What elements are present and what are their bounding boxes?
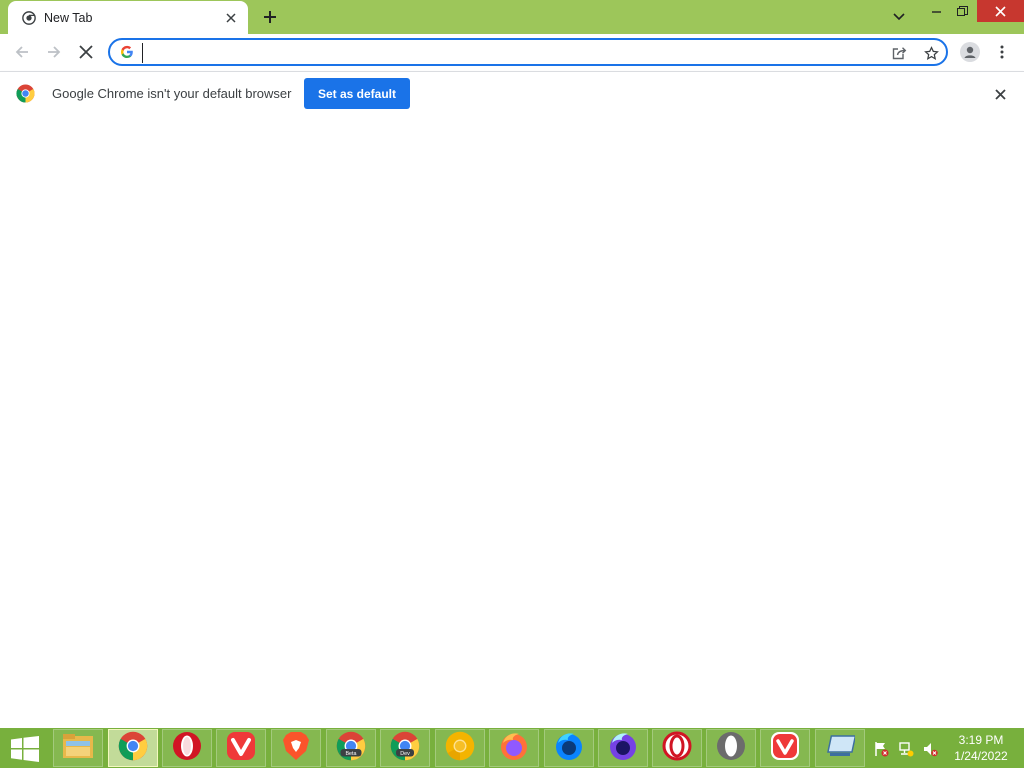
chrome-logo-icon bbox=[16, 84, 35, 103]
back-arrow-icon[interactable] bbox=[7, 37, 37, 67]
windows-start-icon[interactable] bbox=[6, 734, 44, 764]
stop-loading-icon[interactable] bbox=[71, 37, 101, 67]
beta-badge: Beta bbox=[345, 751, 356, 757]
restore-icon[interactable] bbox=[949, 0, 975, 22]
profile-avatar-icon[interactable] bbox=[955, 37, 985, 67]
remote-desktop-icon bbox=[825, 733, 857, 764]
folder-icon bbox=[62, 732, 94, 765]
taskbar-opera[interactable] bbox=[162, 729, 212, 767]
default-browser-infobar: Google Chrome isn't your default browser… bbox=[0, 71, 1024, 116]
title-bar: New Tab bbox=[0, 0, 1024, 34]
taskbar-firefox-dev[interactable] bbox=[544, 729, 594, 767]
firefox-nightly-icon bbox=[608, 731, 638, 766]
taskbar-opera-gx[interactable] bbox=[652, 729, 702, 767]
vivaldi-icon bbox=[226, 731, 256, 766]
new-tab-plus-icon[interactable] bbox=[257, 5, 283, 29]
infobar-close-icon[interactable] bbox=[990, 84, 1010, 104]
tab-new-tab[interactable]: New Tab bbox=[8, 1, 248, 34]
opera-icon bbox=[172, 731, 202, 766]
taskbar-chrome[interactable] bbox=[108, 729, 158, 767]
opera-dev-icon bbox=[716, 731, 746, 766]
dev-badge: Dev bbox=[400, 751, 410, 757]
window-close-icon[interactable] bbox=[977, 0, 1024, 22]
action-center-flag-icon[interactable] bbox=[873, 741, 889, 757]
clock-date: 1/24/2022 bbox=[954, 749, 1008, 763]
infobar-message: Google Chrome isn't your default browser bbox=[52, 86, 292, 101]
taskbar-opera-developer[interactable] bbox=[706, 729, 756, 767]
volume-muted-icon[interactable] bbox=[922, 741, 938, 757]
chrome-canary-icon bbox=[445, 731, 475, 766]
taskbar-file-explorer[interactable] bbox=[53, 729, 103, 767]
vivaldi-snapshot-icon bbox=[770, 731, 800, 766]
network-icon[interactable] bbox=[898, 741, 914, 757]
kebab-menu-icon[interactable] bbox=[987, 37, 1017, 67]
taskbar-chrome-dev[interactable]: Dev bbox=[380, 729, 430, 767]
taskbar-vivaldi-snapshot[interactable] bbox=[760, 729, 810, 767]
taskbar-chrome-canary[interactable] bbox=[435, 729, 485, 767]
chrome-icon bbox=[118, 731, 148, 766]
google-g-icon bbox=[120, 45, 134, 59]
windows-taskbar: Beta Dev 3:19 PM 1/24/2022 bbox=[0, 728, 1024, 768]
firefox-icon bbox=[499, 731, 529, 766]
chrome-dev-icon: Dev bbox=[390, 731, 420, 766]
taskbar-firefox[interactable] bbox=[489, 729, 539, 767]
taskbar-brave[interactable] bbox=[271, 729, 321, 767]
new-tab-page bbox=[0, 116, 1024, 728]
share-icon[interactable] bbox=[888, 42, 910, 64]
clock-time: 3:19 PM bbox=[958, 733, 1004, 747]
forward-arrow-icon[interactable] bbox=[39, 37, 69, 67]
taskbar-chrome-beta[interactable]: Beta bbox=[326, 729, 376, 767]
opera-gx-icon bbox=[662, 731, 692, 766]
brave-icon bbox=[282, 731, 310, 766]
tab-close-icon[interactable] bbox=[220, 7, 242, 29]
taskbar-firefox-nightly[interactable] bbox=[598, 729, 648, 767]
tab-title: New Tab bbox=[44, 10, 93, 25]
taskbar-vivaldi[interactable] bbox=[216, 729, 266, 767]
chrome-beta-icon: Beta bbox=[336, 731, 366, 766]
minimize-icon[interactable] bbox=[925, 0, 949, 22]
set-as-default-button[interactable]: Set as default bbox=[304, 78, 410, 109]
omnibox-input[interactable] bbox=[142, 43, 843, 63]
tab-search-chevron-icon[interactable] bbox=[887, 6, 911, 28]
chrome-favicon-icon bbox=[21, 10, 37, 26]
taskbar-clock[interactable]: 3:19 PM 1/24/2022 bbox=[948, 732, 1014, 764]
bookmark-star-icon[interactable] bbox=[920, 42, 942, 64]
address-bar[interactable] bbox=[108, 38, 948, 66]
firefox-dev-icon bbox=[554, 731, 584, 766]
taskbar-remote-desktop[interactable] bbox=[815, 729, 865, 767]
